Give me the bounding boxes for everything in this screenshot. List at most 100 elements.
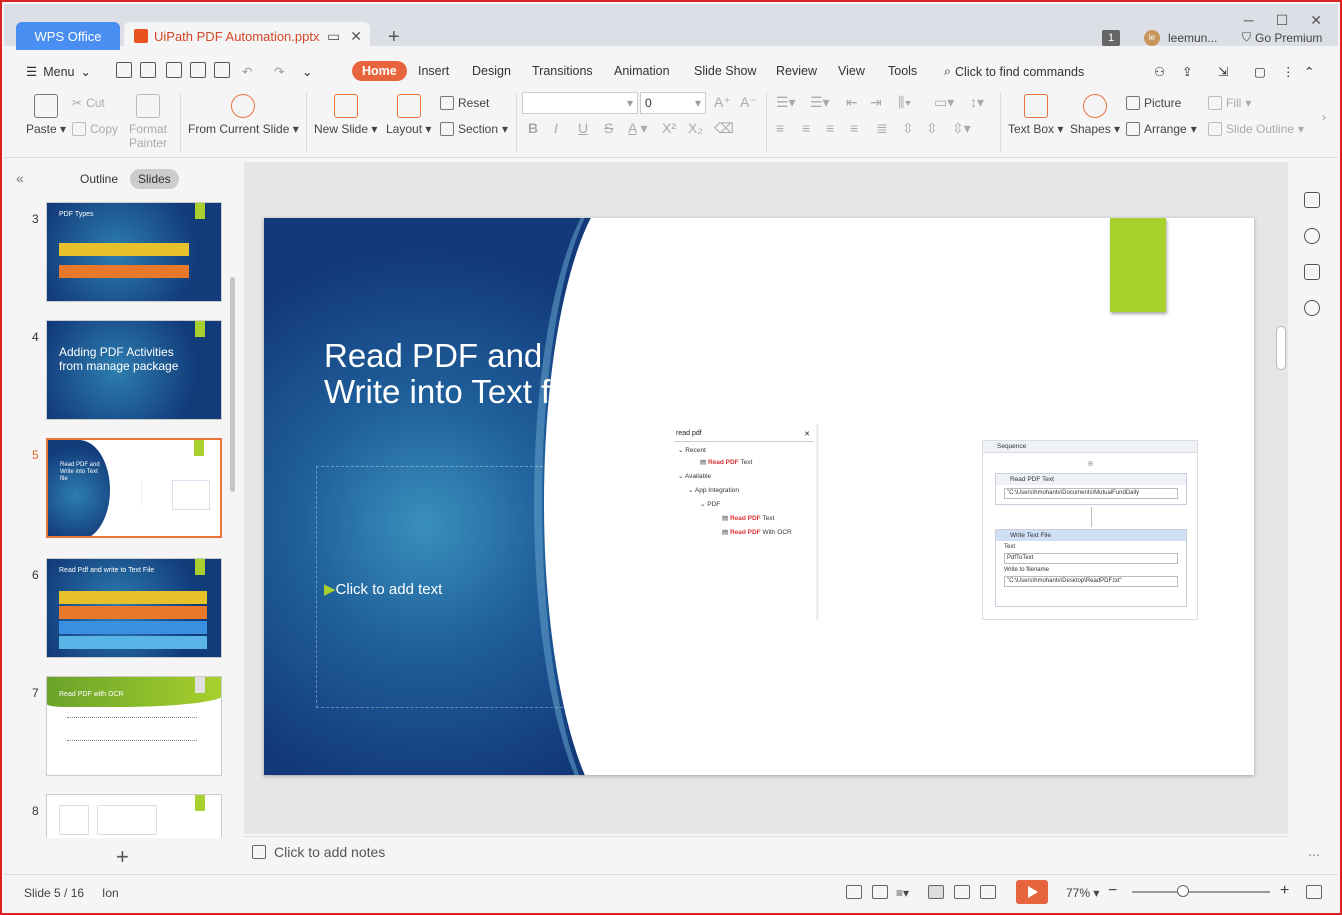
export-pdf-icon[interactable]: ⇲	[1218, 64, 1228, 79]
window-close-icon[interactable]: ✕	[1310, 12, 1322, 29]
find-commands-search[interactable]: ⌕ Click to find commands	[944, 64, 1084, 79]
fill-button[interactable]: Fill ▾	[1208, 96, 1251, 110]
window-count-badge[interactable]: 1	[1102, 30, 1120, 46]
notes-placeholder[interactable]: Click to add notes	[274, 844, 385, 860]
zoom-out-icon[interactable]: −	[1108, 882, 1117, 900]
new-slide-button[interactable]: New Slide ▾	[314, 94, 377, 136]
notes-pane[interactable]: Click to add notes	[244, 836, 1288, 870]
current-slide[interactable]: Read PDF and Write into Text file ▶Click…	[264, 218, 1254, 775]
paragraph-spacing-icon[interactable]: ⇳	[902, 120, 914, 137]
align-center-icon[interactable]: ≡	[802, 120, 810, 136]
slide-outline-button[interactable]: Slide Outline ▾	[1208, 122, 1304, 136]
italic-icon[interactable]: I	[554, 120, 558, 136]
animation-icon[interactable]	[1304, 228, 1320, 244]
slideshow-play-button[interactable]	[1016, 880, 1048, 904]
slide-library-icon[interactable]	[1304, 192, 1320, 208]
reading-view-icon[interactable]	[980, 885, 996, 899]
zoom-level[interactable]: 77% ▾	[1066, 886, 1099, 900]
collapse-ribbon-icon[interactable]: ⌃	[1304, 64, 1314, 79]
menu-button[interactable]: ☰ Menu ⌄	[26, 64, 91, 80]
bullets-icon[interactable]: ☰▾	[776, 94, 796, 111]
increase-font-icon[interactable]: A⁺	[714, 94, 731, 111]
monitor-icon[interactable]: ▭	[327, 28, 340, 45]
paste-button[interactable]: Paste ▾	[26, 94, 66, 136]
arrange-button[interactable]: Arrange ▾	[1126, 122, 1197, 136]
tab-view[interactable]: View	[838, 64, 865, 78]
tab-review[interactable]: Review	[776, 64, 817, 78]
text-box-button[interactable]: Text Box ▾	[1008, 94, 1063, 136]
document-tab[interactable]: UiPath PDF Automation.pptx ▭ ✕	[124, 22, 370, 50]
line-spacing-icon[interactable]: ↕▾	[970, 94, 984, 111]
distribute-icon[interactable]: ≣	[876, 120, 888, 137]
cut-button[interactable]: ✂ Cut	[72, 96, 105, 110]
clear-format-icon[interactable]: ⌫	[714, 120, 734, 137]
tab-design[interactable]: Design	[472, 64, 511, 78]
wps-office-tab[interactable]: WPS Office	[16, 22, 120, 50]
spacing-icon[interactable]: ⇳	[926, 120, 938, 137]
increase-indent-icon[interactable]: ⇥	[870, 94, 882, 111]
collapse-panel-icon[interactable]: «	[16, 170, 24, 186]
tab-slide-show[interactable]: Slide Show	[694, 64, 757, 78]
font-size-select[interactable]: 0 ▾	[640, 92, 706, 114]
undo-icon[interactable]: ↶	[242, 64, 252, 79]
close-icon[interactable]: ✕	[350, 28, 362, 45]
align-right-icon[interactable]: ≡	[826, 120, 834, 136]
zoom-slider[interactable]	[1132, 891, 1270, 893]
outline-tab[interactable]: Outline	[80, 172, 118, 186]
zoom-slider-thumb[interactable]	[1177, 885, 1190, 897]
decrease-font-icon[interactable]: A⁻	[740, 94, 757, 111]
new-tab-button[interactable]: +	[388, 26, 400, 49]
export-icon[interactable]	[166, 62, 182, 78]
font-color-icon[interactable]: A ▾	[628, 120, 648, 137]
numbering-icon[interactable]: ☰▾	[810, 94, 830, 111]
comment-icon[interactable]: ▢	[1254, 64, 1266, 79]
save-icon[interactable]	[140, 62, 156, 78]
ribbon-scroll-right-icon[interactable]: ›	[1322, 110, 1326, 124]
customize-toolbar-icon[interactable]: ⌄	[302, 64, 312, 79]
slide-sorter-icon[interactable]	[954, 885, 970, 899]
section-button[interactable]: Section ▾	[440, 122, 508, 136]
align-left-icon[interactable]: ≡	[776, 120, 784, 136]
print-preview-icon[interactable]	[214, 62, 230, 78]
open-folder-icon[interactable]	[116, 62, 132, 78]
add-slide-button[interactable]: +	[116, 844, 129, 870]
embedded-screenshot[interactable]: read pdf ✕ ⌄ Recent ▤ Read PDF Text ⌄ Ava…	[674, 424, 1200, 620]
history-icon[interactable]	[1304, 300, 1320, 316]
redo-icon[interactable]: ↷	[274, 64, 284, 79]
user-account[interactable]: le leemun...	[1144, 30, 1217, 46]
slide-title[interactable]: Read PDF and Write into Text file	[324, 338, 604, 410]
decrease-indent-icon[interactable]: ⇤	[846, 94, 858, 111]
subscript-icon[interactable]: X₂	[688, 120, 703, 136]
align-menu-icon[interactable]: ≡▾	[896, 886, 909, 900]
strikethrough-icon[interactable]: S	[604, 120, 613, 136]
tab-insert[interactable]: Insert	[418, 64, 449, 78]
maximize-icon[interactable]: ☐	[1276, 12, 1289, 29]
line-spacing-options-icon[interactable]: ⇳▾	[952, 120, 971, 137]
zoom-in-icon[interactable]: +	[1280, 882, 1289, 900]
slides-tab[interactable]: Slides	[130, 169, 179, 189]
bold-icon[interactable]: B	[528, 120, 538, 136]
properties-icon[interactable]	[1304, 264, 1320, 280]
layout-button[interactable]: Layout ▾	[386, 94, 431, 136]
notes-toggle-icon[interactable]	[846, 885, 862, 899]
justify-icon[interactable]: ≡	[850, 120, 858, 136]
print-icon[interactable]	[190, 62, 206, 78]
fit-window-icon[interactable]	[1306, 885, 1322, 899]
format-painter-button[interactable]: Format Painter	[126, 94, 170, 150]
reset-button[interactable]: Reset	[440, 96, 489, 110]
shapes-button[interactable]: Shapes ▾	[1070, 94, 1120, 136]
underline-icon[interactable]: U	[578, 120, 588, 136]
go-premium-button[interactable]: ⛉ Go Premium	[1242, 30, 1322, 45]
from-current-slide-button[interactable]: From Current Slide ▾	[188, 94, 299, 136]
text-direction-icon[interactable]: ▭▾	[934, 94, 954, 111]
copy-button[interactable]: Copy	[72, 122, 118, 136]
share-icon[interactable]: ⇪	[1182, 64, 1192, 79]
tab-tools[interactable]: Tools	[888, 64, 917, 78]
columns-icon[interactable]: ⫼▾	[898, 94, 911, 111]
accent-rectangle[interactable]	[1110, 218, 1166, 312]
more-icon[interactable]: ⋮	[1282, 64, 1295, 79]
font-name-select[interactable]: ▾	[522, 92, 638, 114]
slides-scrollbar[interactable]	[230, 277, 235, 492]
tab-home[interactable]: Home	[352, 61, 407, 81]
comment-toggle-icon[interactable]	[872, 885, 888, 899]
